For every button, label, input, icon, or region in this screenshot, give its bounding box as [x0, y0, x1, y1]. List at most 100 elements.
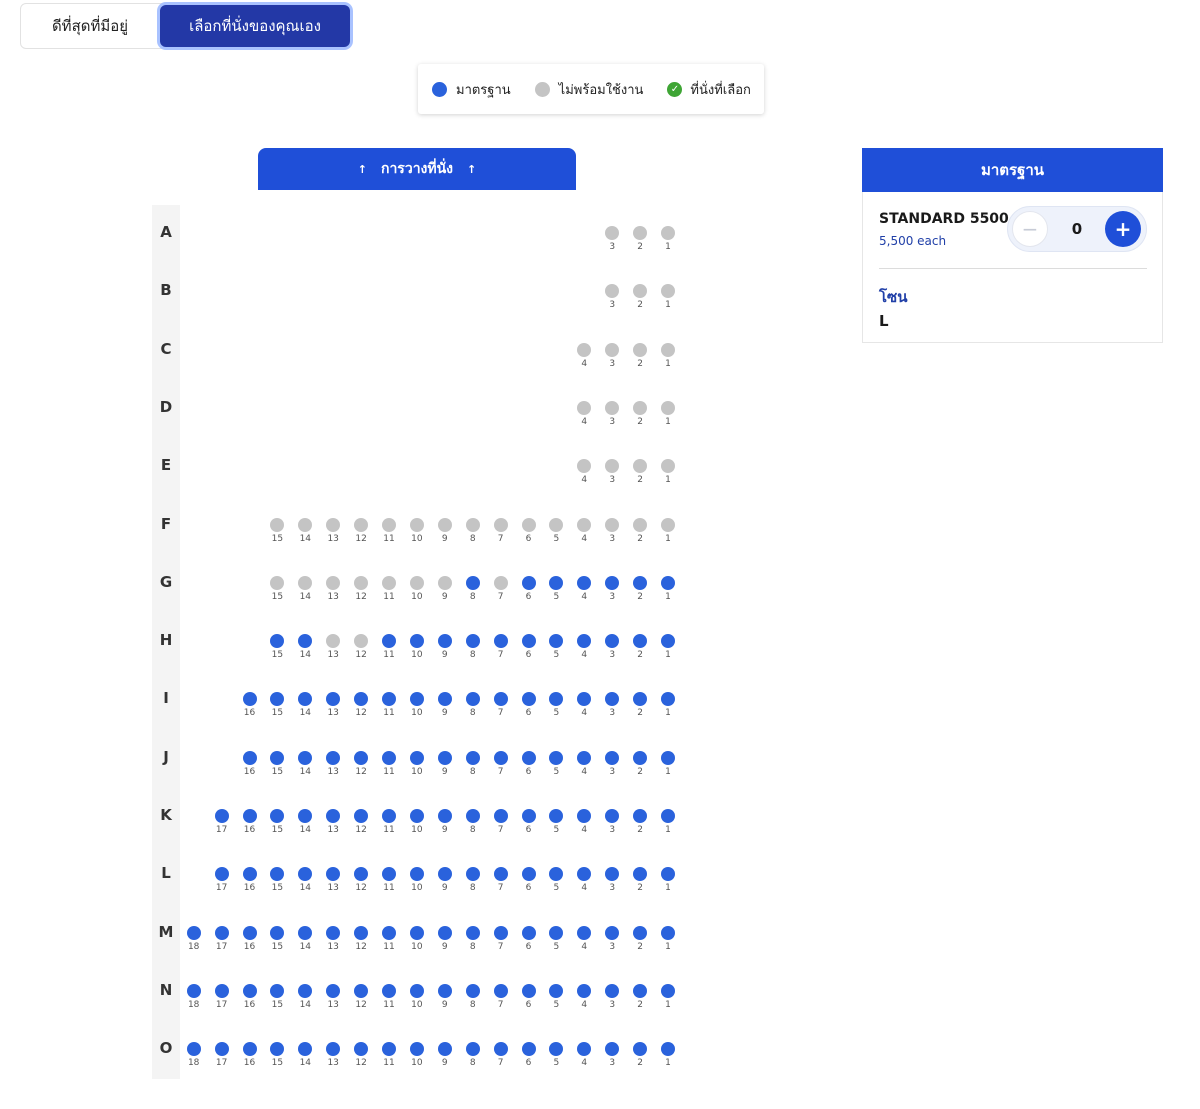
seat-k-11[interactable] [382, 809, 396, 823]
seat-k-10[interactable] [409, 809, 424, 823]
seat-n-4[interactable] [577, 983, 592, 998]
seat-j-3[interactable] [605, 750, 620, 765]
seat-l-15[interactable] [270, 867, 285, 882]
seat-m-10[interactable] [409, 925, 424, 940]
seat-m-6[interactable] [521, 925, 536, 940]
seat-o-8[interactable] [465, 1042, 480, 1057]
seat-i-14[interactable] [298, 692, 313, 707]
seat-n-13[interactable] [326, 983, 341, 998]
seat-k-14[interactable] [298, 809, 313, 823]
seat-k-5[interactable] [549, 809, 564, 823]
seat-k-16[interactable] [242, 809, 257, 823]
seat-n-3[interactable] [605, 983, 620, 998]
seat-m-5[interactable] [549, 925, 564, 940]
seat-i-7[interactable] [493, 692, 508, 707]
seat-m-12[interactable] [354, 925, 369, 940]
seat-m-2[interactable] [633, 925, 648, 940]
seat-o-7[interactable] [493, 1042, 508, 1057]
seat-n-16[interactable] [242, 983, 257, 998]
seat-k-1[interactable] [661, 809, 675, 823]
choose-own-seats-tab[interactable]: เลือกที่นั่งของคุณเอง [160, 5, 350, 47]
seat-m-8[interactable] [465, 925, 480, 940]
seat-o-9[interactable] [437, 1042, 452, 1057]
seat-j-5[interactable] [549, 750, 564, 765]
seat-g-2[interactable] [633, 575, 648, 590]
seat-k-3[interactable] [605, 809, 620, 823]
seat-n-6[interactable] [521, 983, 536, 998]
seat-k-4[interactable] [577, 809, 592, 823]
seat-j-2[interactable] [633, 750, 648, 765]
seat-g-5[interactable] [549, 575, 564, 590]
seat-o-15[interactable] [270, 1042, 285, 1057]
decrease-quantity-button[interactable]: − [1012, 211, 1048, 247]
seat-o-10[interactable] [409, 1042, 424, 1057]
seat-j-13[interactable] [326, 750, 341, 765]
seat-j-9[interactable] [437, 750, 452, 765]
seat-m-13[interactable] [326, 925, 341, 940]
seat-m-17[interactable] [214, 925, 229, 940]
seat-j-1[interactable] [661, 750, 675, 765]
seat-i-15[interactable] [270, 692, 285, 707]
seat-i-10[interactable] [409, 692, 424, 707]
seat-i-12[interactable] [354, 692, 369, 707]
seat-m-15[interactable] [270, 925, 285, 940]
seat-m-1[interactable] [661, 925, 675, 940]
seat-g-4[interactable] [577, 575, 592, 590]
increase-quantity-button[interactable]: + [1105, 211, 1141, 247]
seat-g-3[interactable] [605, 575, 620, 590]
seat-n-5[interactable] [549, 983, 564, 998]
seat-h-3[interactable] [605, 634, 620, 649]
seat-h-14[interactable] [298, 634, 313, 649]
seat-k-9[interactable] [437, 809, 452, 823]
seat-i-16[interactable] [242, 692, 257, 707]
seat-j-7[interactable] [493, 750, 508, 765]
seat-m-14[interactable] [298, 925, 313, 940]
seat-m-3[interactable] [605, 925, 620, 940]
seat-l-4[interactable] [577, 867, 592, 882]
seat-n-7[interactable] [493, 983, 508, 998]
seat-h-8[interactable] [465, 634, 480, 649]
seat-j-14[interactable] [298, 750, 313, 765]
seat-n-14[interactable] [298, 983, 313, 998]
seat-o-4[interactable] [577, 1042, 592, 1057]
seat-l-14[interactable] [298, 867, 313, 882]
seat-k-13[interactable] [326, 809, 341, 823]
seat-m-4[interactable] [577, 925, 592, 940]
seat-h-4[interactable] [577, 634, 592, 649]
seat-j-4[interactable] [577, 750, 592, 765]
seat-o-5[interactable] [549, 1042, 564, 1057]
seat-n-8[interactable] [465, 983, 480, 998]
seat-l-13[interactable] [326, 867, 341, 882]
seat-n-12[interactable] [354, 983, 369, 998]
seat-h-7[interactable] [493, 634, 508, 649]
seat-o-17[interactable] [214, 1042, 229, 1057]
seat-i-9[interactable] [437, 692, 452, 707]
seat-h-6[interactable] [521, 634, 536, 649]
seat-l-6[interactable] [521, 867, 536, 882]
seat-m-18[interactable] [186, 925, 201, 940]
seat-i-3[interactable] [605, 692, 620, 707]
seat-l-12[interactable] [354, 867, 369, 882]
seat-k-6[interactable] [521, 809, 536, 823]
seat-o-16[interactable] [242, 1042, 257, 1057]
seat-j-16[interactable] [242, 750, 257, 765]
seat-i-6[interactable] [521, 692, 536, 707]
seat-j-10[interactable] [409, 750, 424, 765]
seat-l-3[interactable] [605, 867, 620, 882]
seat-k-15[interactable] [270, 809, 285, 823]
seat-n-17[interactable] [214, 983, 229, 998]
seat-i-1[interactable] [661, 692, 675, 707]
seat-o-13[interactable] [326, 1042, 341, 1057]
seat-j-12[interactable] [354, 750, 369, 765]
seat-i-13[interactable] [326, 692, 341, 707]
seat-h-1[interactable] [661, 634, 675, 649]
seat-h-9[interactable] [437, 634, 452, 649]
seat-h-11[interactable] [382, 634, 396, 649]
seat-l-5[interactable] [549, 867, 564, 882]
seat-n-9[interactable] [437, 983, 452, 998]
seat-l-1[interactable] [661, 867, 675, 882]
seat-g-6[interactable] [521, 575, 536, 590]
seat-n-11[interactable] [382, 983, 396, 998]
seat-l-10[interactable] [409, 867, 424, 882]
seat-o-3[interactable] [605, 1042, 620, 1057]
